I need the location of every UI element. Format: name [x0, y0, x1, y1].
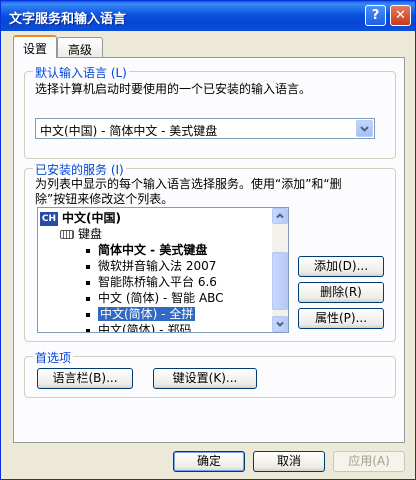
chevron-down-icon	[276, 321, 284, 327]
tab-settings[interactable]: 设置	[13, 35, 57, 58]
language-node[interactable]: CH 中文(中国)	[40, 210, 121, 226]
dialog-window: 文字服务和输入语言 ? ✕ 设置 高级 默认输入语言 (L) 选择计算机启动时要…	[0, 0, 416, 480]
apply-button[interactable]: 应用(A)	[333, 451, 405, 472]
list-item[interactable]: 简体中文 - 美式键盘	[86, 242, 207, 258]
scroll-down-button[interactable]	[272, 316, 288, 332]
bullet-icon	[86, 248, 90, 253]
list-item-selected[interactable]: 中文(简体) - 全拼	[86, 306, 196, 322]
list-item-label: 简体中文 - 美式键盘	[98, 243, 208, 257]
scroll-up-button[interactable]	[272, 208, 288, 224]
key-settings-button[interactable]: 键设置(K)...	[153, 368, 257, 389]
preferences-group: 首选项 语言栏(B)... 键设置(K)...	[24, 349, 396, 398]
list-item[interactable]: 中文 (简体) - 智能 ABC	[86, 290, 224, 306]
keyboard-node-label: 键盘	[78, 227, 103, 241]
bullet-icon	[86, 264, 90, 269]
tab-advanced[interactable]: 高级	[57, 37, 103, 57]
language-node-label: 中文(中国)	[62, 211, 121, 225]
settings-panel: 默认输入语言 (L) 选择计算机启动时要使用的一个已安装的输入语言。 中文(中国…	[13, 57, 405, 443]
bullet-icon	[86, 280, 90, 285]
list-item[interactable]: 微软拼音输入法 2007	[86, 258, 216, 274]
list-item-label: 中文(简体) - 全拼	[98, 307, 196, 321]
language-bar-button[interactable]: 语言栏(B)...	[37, 368, 133, 389]
default-language-description: 选择计算机启动时要使用的一个已安装的输入语言。	[35, 82, 312, 96]
list-item[interactable]: 智能陈桥输入平台 6.6	[86, 274, 217, 290]
ok-button[interactable]: 确定	[173, 451, 245, 472]
default-language-select[interactable]: 中文(中国) - 简体中文 - 美式键盘	[35, 118, 375, 139]
services-tree[interactable]: CH 中文(中国) 键盘 简体中文 - 美式键盘 微软拼音输入法 2007 智能陈…	[37, 207, 289, 333]
window-title: 文字服务和输入语言	[9, 12, 127, 27]
services-scrollbar[interactable]	[272, 208, 288, 332]
scroll-thumb[interactable]	[272, 252, 288, 310]
remove-service-button[interactable]: 删除(R)	[298, 282, 384, 303]
cancel-button[interactable]: 取消	[253, 451, 325, 472]
list-item[interactable]: 中文(简体) - 郑码	[86, 322, 192, 333]
bullet-icon	[86, 296, 90, 301]
properties-button[interactable]: 属性(P)...	[298, 308, 384, 329]
keyboard-node[interactable]: 键盘	[60, 226, 102, 242]
default-language-group: 默认输入语言 (L) 选择计算机启动时要使用的一个已安装的输入语言。 中文(中国…	[24, 64, 396, 159]
list-item-label: 中文(简体) - 郑码	[98, 323, 192, 333]
default-language-value: 中文(中国) - 简体中文 - 美式键盘	[40, 124, 218, 138]
title-bar[interactable]: 文字服务和输入语言 ? ✕	[1, 1, 415, 31]
help-button[interactable]: ?	[365, 5, 386, 26]
installed-services-description-2: 除”按钮来修改这个列表。	[35, 192, 174, 206]
list-item-label: 微软拼音输入法 2007	[98, 259, 217, 273]
add-service-button[interactable]: 添加(D)...	[298, 256, 384, 277]
installed-services-group: 已安装的服务 (I) 为列表中显示的每个输入语言选择服务。使用“添加”和“删 除…	[24, 161, 396, 342]
bullet-icon	[86, 328, 90, 332]
bullet-icon	[86, 312, 90, 317]
default-language-legend: 默认输入语言 (L)	[33, 64, 129, 81]
preferences-legend: 首选项	[33, 349, 74, 366]
keyboard-icon	[60, 230, 74, 239]
list-item-label: 智能陈桥输入平台 6.6	[98, 275, 217, 289]
list-item-label: 中文 (简体) - 智能 ABC	[98, 291, 224, 305]
language-icon: CH	[40, 211, 58, 226]
chevron-down-icon[interactable]	[356, 120, 373, 137]
chevron-up-icon	[276, 213, 284, 219]
close-button[interactable]: ✕	[390, 5, 411, 26]
